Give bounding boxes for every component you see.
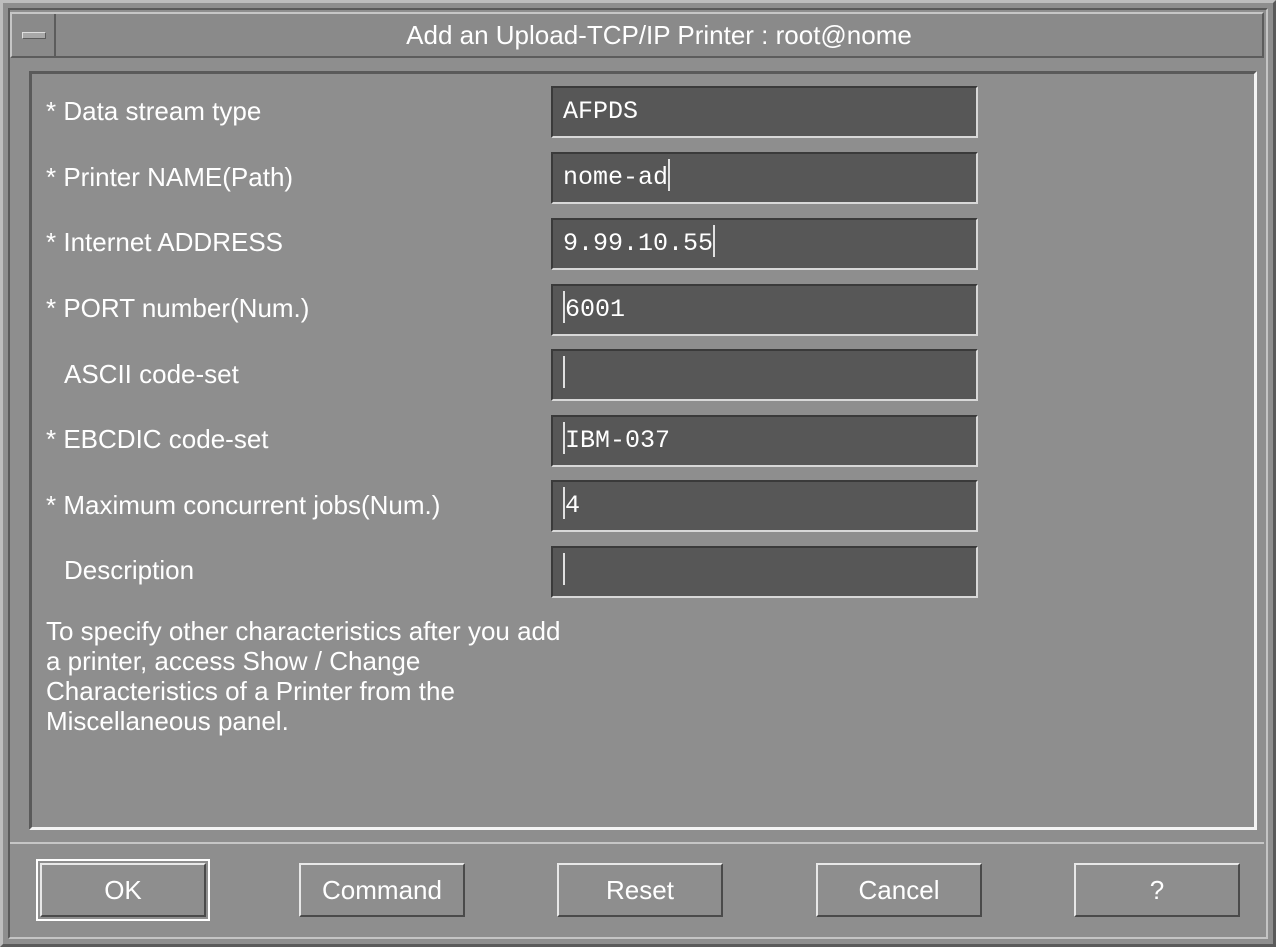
max-concurrent-jobs-field[interactable]: 4	[551, 480, 978, 532]
printer-name-field[interactable]: nome-ad	[551, 152, 978, 204]
printer-name-value: nome-ad	[563, 163, 669, 192]
window-menu-icon	[22, 32, 46, 39]
data-stream-type-field[interactable]: AFPDS	[551, 86, 978, 138]
max-concurrent-jobs-value: 4	[565, 491, 581, 520]
description-label: Description	[64, 555, 195, 585]
port-number-value: 6001	[565, 295, 626, 324]
description-field[interactable]	[551, 546, 978, 598]
port-number-field[interactable]: 6001	[551, 284, 978, 336]
info-line: Miscellaneous panel.	[46, 706, 289, 736]
printer-name-label: * Printer NAME(Path)	[46, 162, 294, 192]
text-cursor-icon	[713, 225, 716, 258]
title-bar[interactable]: Add an Upload-TCP/IP Printer : root@nome	[10, 12, 1264, 58]
data-stream-type-value: AFPDS	[563, 97, 639, 126]
cancel-button[interactable]: Cancel	[816, 863, 982, 917]
data-stream-type-label: * Data stream type	[46, 96, 262, 126]
info-line: a printer, access Show / Change	[46, 646, 421, 676]
ebcdic-code-set-field[interactable]: IBM-037	[551, 415, 978, 467]
ebcdic-code-set-value: IBM-037	[565, 426, 671, 455]
window-title: Add an Upload-TCP/IP Printer : root@nome	[406, 20, 912, 50]
ascii-code-set-field[interactable]	[551, 349, 978, 401]
command-button[interactable]: Command	[299, 863, 465, 917]
info-line: Characteristics of a Printer from the	[46, 676, 455, 706]
window-menu-button[interactable]	[12, 14, 56, 56]
ebcdic-code-set-label: * EBCDIC code-set	[46, 424, 269, 454]
text-cursor-icon	[563, 356, 565, 389]
internet-address-field[interactable]: 9.99.10.55	[551, 218, 978, 270]
ok-button[interactable]: OK	[36, 859, 210, 921]
max-concurrent-jobs-label: * Maximum concurrent jobs(Num.)	[46, 490, 441, 520]
text-cursor-icon	[563, 553, 565, 586]
ascii-code-set-label: ASCII code-set	[64, 359, 239, 389]
info-text: To specify other characteristics after y…	[46, 616, 726, 736]
help-button[interactable]: ?	[1074, 863, 1240, 917]
internet-address-value: 9.99.10.55	[563, 229, 714, 258]
port-number-label: * PORT number(Num.)	[46, 293, 310, 323]
text-cursor-icon	[668, 159, 671, 192]
reset-button[interactable]: Reset	[557, 863, 723, 917]
internet-address-label: * Internet ADDRESS	[46, 227, 283, 257]
info-line: To specify other characteristics after y…	[46, 616, 561, 646]
